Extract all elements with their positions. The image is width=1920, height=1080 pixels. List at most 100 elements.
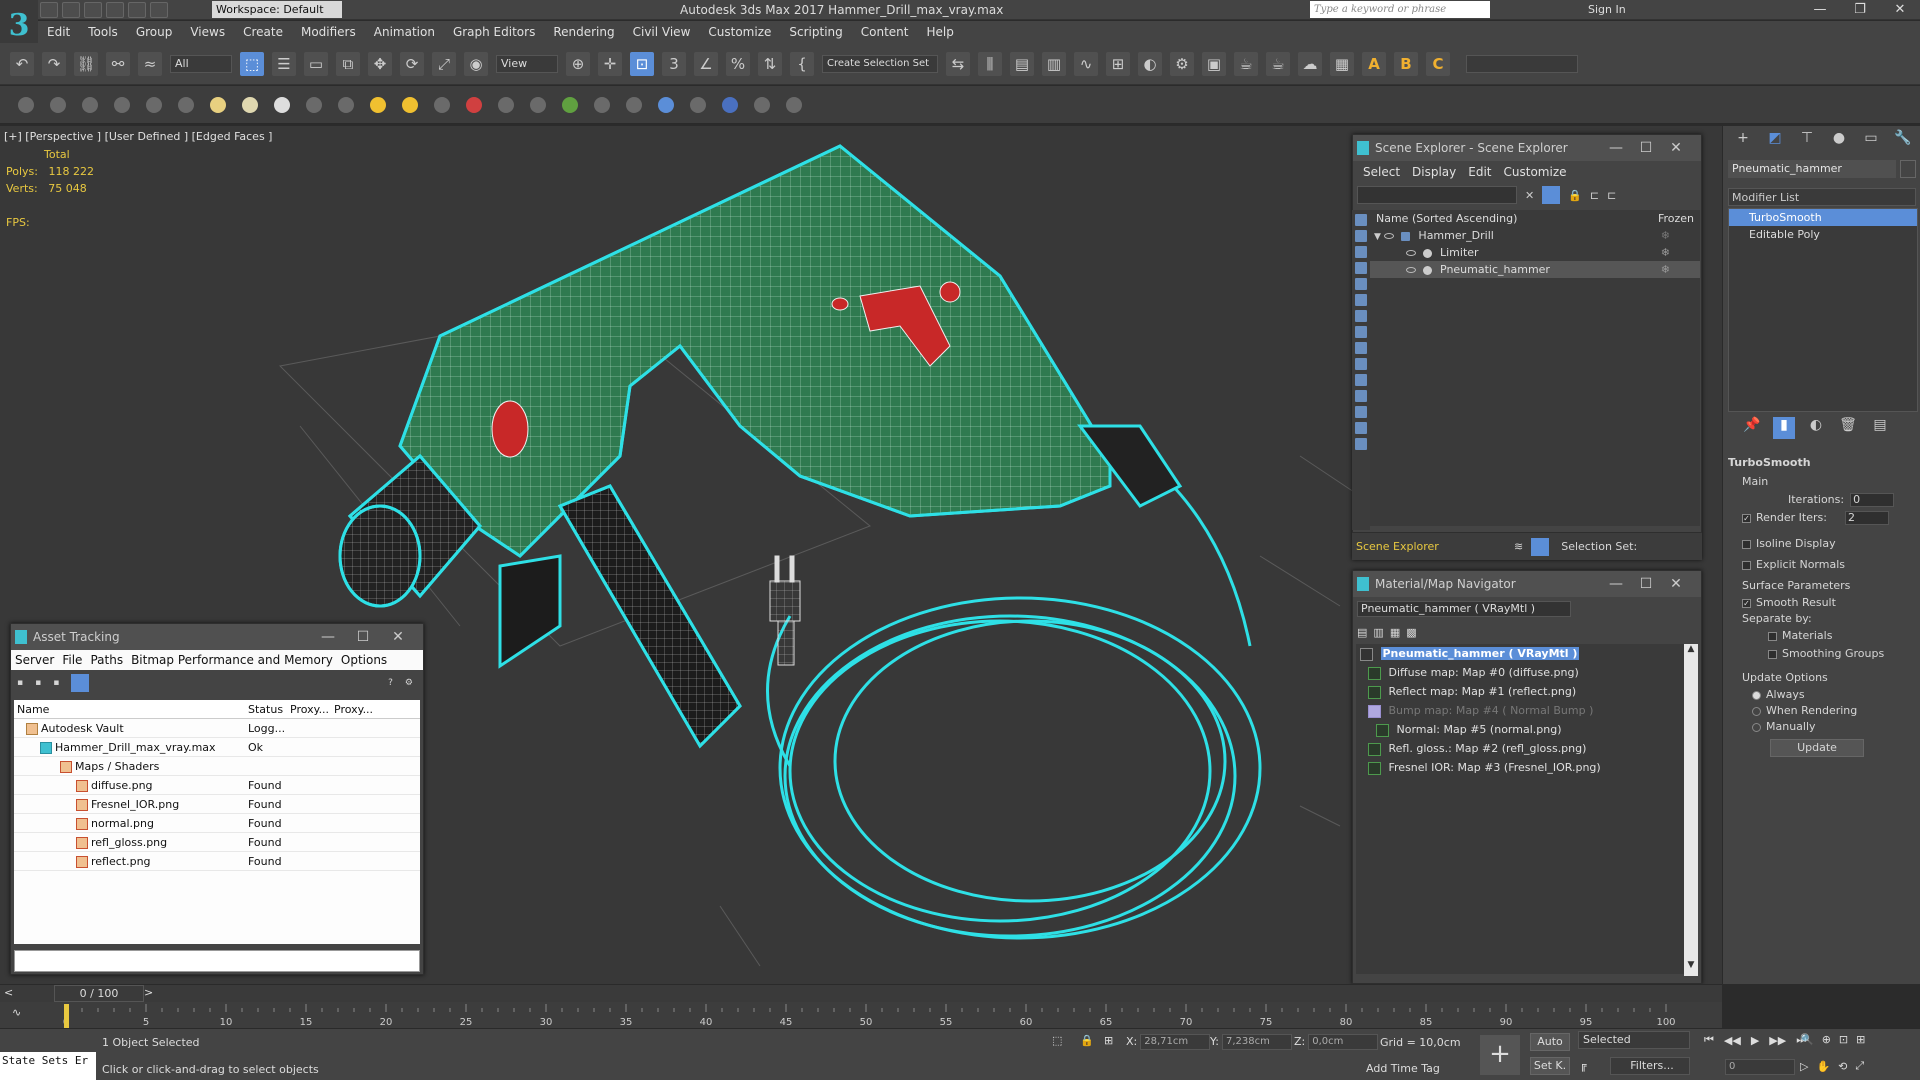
material-item-fresnel-ior[interactable]: Fresnel IOR: Map #3 (Fresnel_IOR.png) <box>1356 758 1686 777</box>
percent-snap-icon[interactable]: % <box>726 51 750 76</box>
filter-spacewarps-icon[interactable] <box>1355 294 1367 306</box>
at-menu-paths[interactable]: Paths <box>90 653 123 667</box>
menu-customize[interactable]: Customize <box>708 25 771 39</box>
zoom-extents-all-icon[interactable]: ⊞ <box>1856 1033 1865 1046</box>
modifier-turbosmooth[interactable]: TurboSmooth <box>1729 209 1917 226</box>
iterations-spinner[interactable]: 0 <box>1850 493 1895 507</box>
layer-explorer-icon[interactable]: ▤ <box>1010 51 1034 76</box>
material-item-reflect[interactable]: Reflect map: Map #1 (reflect.png) <box>1356 682 1686 701</box>
vray-sunlight-icon[interactable] <box>370 96 386 113</box>
at-menu-options[interactable]: Options <box>341 653 387 667</box>
vray-sphere-icon[interactable] <box>274 96 290 113</box>
view-list-icons-icon[interactable]: ▥ <box>1373 626 1383 639</box>
smooth-result-checkbox[interactable]: ✓ <box>1742 598 1751 608</box>
utilities-tab-icon[interactable]: 🔧 <box>1892 130 1914 152</box>
make-unique-icon[interactable]: ◐ <box>1805 417 1827 439</box>
vray-plane-icon[interactable] <box>498 96 514 113</box>
vray-light-icon[interactable] <box>146 96 162 113</box>
undo-icon[interactable] <box>106 1 124 18</box>
current-frame-marker[interactable] <box>64 1004 69 1028</box>
keyboard-shortcut-icon[interactable]: ⊡ <box>630 51 654 76</box>
visibility-eye-icon[interactable] <box>1384 233 1395 239</box>
maximize-icon[interactable]: ☐ <box>1631 571 1661 597</box>
angle-snap-icon[interactable]: ∠ <box>694 51 718 76</box>
absolute-mode-icon[interactable]: ⊞ <box>1104 1034 1113 1047</box>
vray-clipper-icon[interactable] <box>594 96 610 113</box>
col-proxy-status[interactable]: Proxy... <box>334 700 373 719</box>
previous-frame-icon[interactable]: ◀◀ <box>1724 1034 1741 1047</box>
scene-row-hammer-drill[interactable]: ▼ Hammer_Drill ❄ <box>1370 227 1700 244</box>
at-refresh-icon[interactable]: ▪ <box>35 678 41 688</box>
scene-explorer-titlebar[interactable]: Scene Explorer - Scene Explorer — ☐ ✕ <box>1353 135 1701 161</box>
vray-export-icon[interactable] <box>754 96 770 113</box>
pan-icon[interactable]: ✋ <box>1816 1060 1830 1073</box>
filter-shapes-icon[interactable] <box>1355 230 1367 242</box>
align-icon[interactable]: ⫼ <box>978 51 1002 76</box>
material-item-refl-gloss[interactable]: Refl. gloss.: Map #2 (refl_gloss.png) <box>1356 739 1686 758</box>
edit-named-selection-icon[interactable]: { <box>790 51 814 76</box>
select-manipulate-icon[interactable]: ✛ <box>598 51 622 76</box>
scene-search-input[interactable] <box>1357 186 1517 204</box>
mini-curve-editor-icon[interactable]: ∿ <box>12 1006 21 1019</box>
viewport-label[interactable]: [+] [Perspective ] [User Defined ] [Edge… <box>4 130 272 143</box>
vray-override-icon[interactable] <box>690 96 706 113</box>
smoothing-groups-checkbox[interactable] <box>1768 649 1777 659</box>
col-name[interactable]: Name <box>17 700 49 719</box>
vray-sky-icon[interactable] <box>402 96 418 113</box>
vray-asset-icon[interactable]: ▦ <box>1330 51 1354 76</box>
vray-fur-icon[interactable] <box>466 96 482 113</box>
vray-scatter-icon[interactable] <box>562 96 578 113</box>
always-radio[interactable] <box>1752 690 1761 700</box>
table-row[interactable]: refl_gloss.png Found <box>14 833 420 852</box>
search-input[interactable]: Type a keyword or phrase <box>1310 1 1490 18</box>
restore-button[interactable]: ❐ <box>1840 0 1880 20</box>
se-menu-customize[interactable]: Customize <box>1504 165 1567 179</box>
filter-cameras-icon[interactable] <box>1355 262 1367 274</box>
vray-settings-icon[interactable] <box>82 96 98 113</box>
show-end-result-icon[interactable]: ▮ <box>1773 417 1795 439</box>
material-item-bump[interactable]: Bump map: Map #4 ( Normal Bump ) <box>1356 701 1686 720</box>
at-menu-file[interactable]: File <box>62 653 82 667</box>
menu-content[interactable]: Content <box>861 25 909 39</box>
render-icon[interactable]: ☕ <box>1234 51 1258 76</box>
x-coordinate[interactable]: 28,71cm <box>1140 1034 1211 1050</box>
maximize-icon[interactable]: ☐ <box>348 624 378 650</box>
menu-group[interactable]: Group <box>136 25 173 39</box>
isolate-selection-icon[interactable]: ⬚ <box>1052 1034 1062 1047</box>
manually-radio[interactable] <box>1752 722 1761 732</box>
table-row[interactable]: Maps / Shaders <box>14 757 420 776</box>
display-none-icon[interactable] <box>1355 422 1367 434</box>
time-slider[interactable]: < 0 / 100 > <box>0 984 1722 1002</box>
column-frozen[interactable]: Frozen <box>1658 210 1694 227</box>
scene-row-pneumatic-hammer[interactable]: Pneumatic_hammer ❄ <box>1370 261 1700 278</box>
layers-toggle-icon[interactable]: ≋ <box>1514 540 1523 553</box>
menu-tools[interactable]: Tools <box>88 25 118 39</box>
save-file-icon[interactable] <box>84 1 102 18</box>
clear-search-icon[interactable]: ✕ <box>1525 189 1534 202</box>
display-all-icon[interactable] <box>1355 406 1367 418</box>
freeze-icon[interactable]: ❄ <box>1661 261 1670 278</box>
table-row[interactable]: Hammer_Drill_max_vray.max Ok <box>14 738 420 757</box>
modifier-editable-poly[interactable]: Editable Poly <box>1729 226 1917 243</box>
project-icon[interactable] <box>150 1 168 18</box>
filter-containers-icon[interactable] <box>1355 358 1367 370</box>
z-coordinate[interactable]: 0,0cm <box>1308 1034 1379 1050</box>
table-row[interactable]: normal.png Found <box>14 814 420 833</box>
key-filter-dropdown[interactable]: Selected <box>1578 1031 1690 1049</box>
lock-icon[interactable]: 🔒 <box>1568 189 1582 202</box>
table-row[interactable]: reflect.png Found <box>14 852 420 871</box>
scale-icon[interactable]: ⤢ <box>432 51 456 76</box>
selection-set-toggle-icon[interactable] <box>1531 537 1550 556</box>
time-slider-thumb[interactable]: 0 / 100 <box>54 985 144 1002</box>
filter-groups-icon[interactable] <box>1355 310 1367 322</box>
create-tab-icon[interactable]: + <box>1732 130 1754 152</box>
menu-civil-view[interactable]: Civil View <box>633 25 691 39</box>
menu-create[interactable]: Create <box>243 25 283 39</box>
col-status[interactable]: Status <box>248 700 283 719</box>
move-icon[interactable]: ✥ <box>368 51 392 76</box>
table-row[interactable]: Autodesk Vault Logg... <box>14 719 420 738</box>
curve-editor-icon[interactable]: ∿ <box>1074 51 1098 76</box>
materials-checkbox[interactable] <box>1768 631 1777 641</box>
menu-animation[interactable]: Animation <box>374 25 435 39</box>
link-icon[interactable]: ⛓ <box>74 51 98 76</box>
